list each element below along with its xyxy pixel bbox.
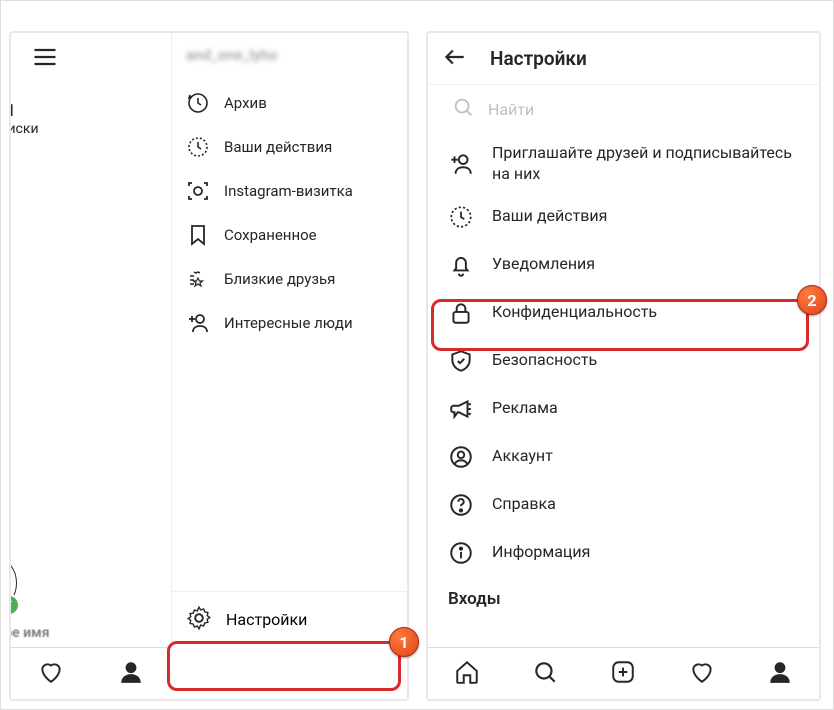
account-icon bbox=[448, 444, 474, 470]
info-icon bbox=[448, 540, 474, 566]
settings-notifications[interactable]: Уведомления bbox=[428, 241, 819, 289]
new-post-icon[interactable] bbox=[610, 659, 636, 689]
stat-number: 11 bbox=[9, 101, 51, 121]
settings-label: Реклама bbox=[492, 398, 558, 419]
back-icon[interactable] bbox=[442, 44, 468, 74]
settings-label: Безопасность bbox=[492, 350, 597, 371]
page-title: Настройки bbox=[490, 47, 587, 70]
heart-icon[interactable] bbox=[38, 659, 64, 689]
stat-label: Подписки bbox=[9, 121, 51, 137]
menu-label: Instagram-визитка bbox=[224, 182, 353, 200]
add-person-icon bbox=[448, 151, 474, 177]
hamburger-icon[interactable] bbox=[31, 43, 59, 75]
activity-icon bbox=[186, 135, 210, 159]
gear-icon bbox=[186, 605, 212, 635]
shield-icon bbox=[448, 348, 474, 374]
search-field[interactable]: Найти bbox=[428, 85, 819, 133]
menu-label: Сохраненное bbox=[224, 226, 317, 244]
menu-archive[interactable]: Архив bbox=[172, 81, 409, 125]
search-icon bbox=[452, 96, 474, 122]
settings-security[interactable]: Безопасность bbox=[428, 337, 819, 385]
help-icon bbox=[448, 492, 474, 518]
verified-check-icon: ✓ bbox=[9, 594, 20, 616]
menu-label: Близкие друзья bbox=[224, 270, 335, 288]
settings-label: Уведомления bbox=[492, 254, 595, 275]
side-drawer: and_one_lyho Архив Ваши действия Instagr… bbox=[171, 33, 409, 647]
settings-about[interactable]: Информация bbox=[428, 529, 819, 577]
profile-icon[interactable] bbox=[767, 659, 793, 689]
settings-label: Настройки bbox=[226, 610, 307, 629]
settings-account[interactable]: Аккаунт bbox=[428, 433, 819, 481]
bottom-nav bbox=[428, 647, 819, 699]
drawer-username: and_one_lyho bbox=[172, 33, 409, 77]
settings-label: Ваши действия bbox=[492, 206, 607, 227]
heart-icon[interactable] bbox=[689, 659, 715, 689]
search-placeholder: Найти bbox=[488, 100, 534, 119]
search-icon[interactable] bbox=[532, 659, 558, 689]
bell-icon bbox=[448, 252, 474, 278]
close-friends-icon bbox=[186, 267, 210, 291]
settings-label: Информация bbox=[492, 542, 590, 563]
discover-avatar[interactable]: ✓ bbox=[9, 553, 17, 613]
menu-saved[interactable]: Сохраненное bbox=[172, 213, 409, 257]
settings-header: Настройки bbox=[428, 33, 819, 85]
settings-help[interactable]: Справка bbox=[428, 481, 819, 529]
settings-label: Аккаунт bbox=[492, 446, 553, 467]
settings-activity[interactable]: Ваши действия bbox=[428, 193, 819, 241]
annotation-badge-1: 1 bbox=[389, 627, 419, 657]
nametag-icon bbox=[186, 179, 210, 203]
add-person-icon bbox=[186, 311, 210, 335]
section-logins: Входы bbox=[428, 577, 819, 613]
menu-nametag[interactable]: Instagram-визитка bbox=[172, 169, 409, 213]
menu-settings[interactable]: Настройки bbox=[172, 591, 409, 647]
settings-ads[interactable]: Реклама bbox=[428, 385, 819, 433]
menu-activity[interactable]: Ваши действия bbox=[172, 125, 409, 169]
screen-profile-menu: 11 Подписки ль итесь, будут офиле. о или… bbox=[9, 31, 409, 701]
settings-label: Приглашайте друзей и подписывайтесь на н… bbox=[492, 143, 799, 185]
menu-label: Ваши действия bbox=[224, 138, 332, 156]
bookmark-icon bbox=[186, 223, 210, 247]
menu-label: Архив bbox=[224, 94, 267, 112]
empty-state-text: итесь, будут офиле. bbox=[9, 385, 61, 427]
menu-close-friends[interactable]: Близкие друзья bbox=[172, 257, 409, 301]
settings-label: Справка bbox=[492, 494, 556, 515]
megaphone-icon bbox=[448, 396, 474, 422]
lock-icon bbox=[448, 300, 474, 326]
menu-label: Интересные люди bbox=[224, 314, 353, 332]
annotation-badge-2: 2 bbox=[797, 285, 827, 315]
profile-backdrop: 11 Подписки ль итесь, будут офиле. о или… bbox=[9, 33, 171, 647]
discover-label: Добавить свое имя bbox=[9, 625, 50, 641]
home-icon[interactable] bbox=[454, 659, 480, 689]
archive-icon bbox=[186, 91, 210, 115]
settings-privacy[interactable]: Конфиденциальность bbox=[428, 289, 819, 337]
profile-icon[interactable] bbox=[118, 659, 144, 689]
menu-discover-people[interactable]: Интересные люди bbox=[172, 301, 409, 345]
stat-subscriptions[interactable]: 11 Подписки bbox=[9, 101, 51, 137]
settings-invite-friends[interactable]: Приглашайте друзей и подписывайтесь на н… bbox=[428, 135, 819, 193]
activity-icon bbox=[448, 204, 474, 230]
bottom-nav-fragment bbox=[11, 647, 171, 699]
settings-label: Конфиденциальность bbox=[492, 302, 657, 323]
screen-settings: Настройки Найти Приглашайте друзей и под… bbox=[426, 31, 821, 701]
